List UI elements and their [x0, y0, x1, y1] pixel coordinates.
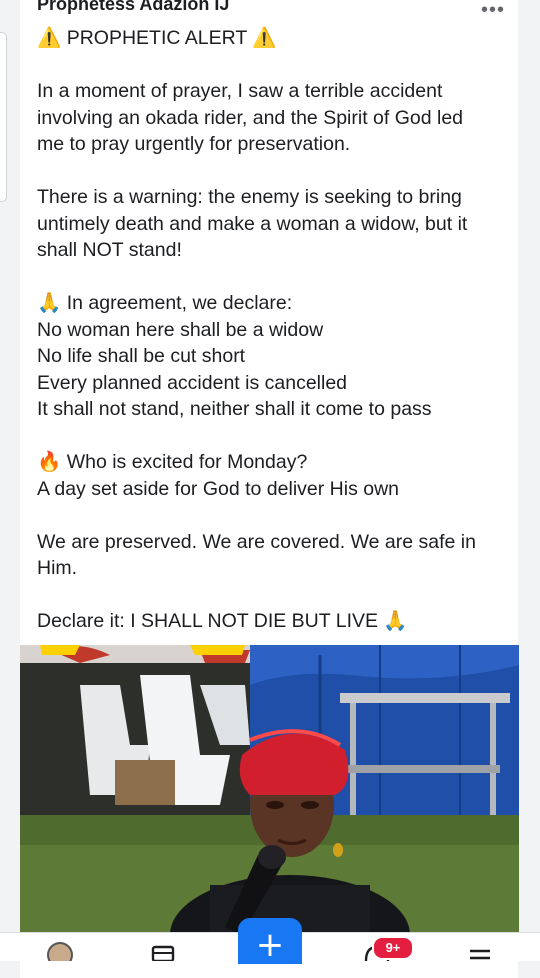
photo-woman-praying-icon — [20, 645, 519, 935]
post-text-line: In a moment of prayer, I saw a terrible … — [37, 78, 515, 105]
emoji-icon: 🔥 — [37, 450, 62, 473]
post-text-line-content: No woman here shall be a widow — [37, 318, 324, 341]
menu-icon[interactable] — [466, 933, 494, 961]
post-text-line-content: No life shall be cut short — [37, 345, 246, 367]
post-text-line — [37, 52, 515, 79]
post-text-line-content: It shall not stand, neither shall it com… — [37, 398, 432, 420]
post-text-line-content: PROPHETIC ALERT — [61, 27, 253, 49]
post-text-line: Every planned accident is cancelled — [37, 370, 515, 397]
notification-badge: 9+ — [372, 936, 414, 960]
post-text-line — [37, 502, 515, 529]
post-text-line — [37, 158, 515, 185]
post-text-line: A day set aside for God to deliver His o… — [37, 476, 515, 503]
post-text-line-content: me to pray urgently for preservation. — [37, 133, 351, 155]
emoji-icon: ⚠️ — [252, 26, 277, 49]
post-photo[interactable] — [20, 645, 519, 935]
post-text-line-content: shall NOT stand! — [37, 239, 182, 261]
post-text-line-content: Him. — [37, 557, 78, 579]
post-author-name[interactable]: Prophetess Adazion IJ — [37, 0, 229, 15]
post-text-line-content: Every planned accident is cancelled — [37, 371, 348, 394]
post-text-line: No woman here shall be a widow — [37, 317, 515, 344]
create-post-button[interactable]: + — [238, 918, 302, 965]
emoji-icon: 🙏 — [383, 609, 408, 632]
post-text-line: It shall not stand, neither shall it com… — [37, 396, 515, 423]
post-text-line: shall NOT stand! — [37, 237, 515, 264]
more-options-icon[interactable]: ••• — [480, 0, 506, 20]
post-text-line: No life shall be cut short — [37, 343, 515, 370]
left-edge-handle[interactable] — [0, 32, 7, 202]
post-text-line — [37, 582, 515, 609]
emoji-icon: ⚠️ — [37, 26, 62, 49]
post-text-line: We are preserved. We are covered. We are… — [37, 529, 515, 556]
post-text-line-content: We are preserved. We are covered. We are… — [37, 530, 476, 553]
profile-avatar-icon[interactable] — [45, 933, 75, 968]
post-text-line: There is a warning: the enemy is seeking… — [37, 184, 515, 211]
post-text-line-content: Who is excited for Monday? — [61, 451, 308, 473]
post-text-line-content: Declare it: I SHALL NOT DIE BUT LIVE — [37, 610, 384, 632]
post-text-line: ⚠️ PROPHETIC ALERT ⚠️ — [37, 25, 515, 52]
post-text-line — [37, 264, 515, 291]
marketplace-icon[interactable] — [149, 933, 177, 963]
post-text-line: Him. — [37, 555, 515, 582]
post-text: ⚠️ PROPHETIC ALERT ⚠️ In a moment of pray… — [37, 25, 515, 635]
post-text-line: involving an okada rider, and the Spirit… — [37, 105, 515, 132]
post-text-line: me to pray urgently for preservation. — [37, 131, 515, 158]
post-text-line-content: There is a warning: the enemy is seeking… — [37, 186, 462, 208]
post-text-line-content: In a moment of prayer, I saw a terrible … — [37, 80, 443, 102]
post-text-line: 🔥 Who is excited for Monday? — [37, 449, 515, 476]
post-text-line: 🙏 In agreement, we declare: — [37, 290, 515, 317]
post-text-line-content: In agreement, we declare: — [61, 292, 293, 314]
post-text-line: untimely death and make a woman a widow,… — [37, 211, 515, 238]
post-text-line — [37, 423, 515, 450]
post-text-line-content: untimely death and make a woman a widow,… — [37, 212, 468, 235]
post-text-line-content: A day set aside for God to deliver His o… — [37, 477, 400, 500]
post-text-line-content: involving an okada rider, and the Spirit… — [37, 106, 464, 129]
post-text-line: Declare it: I SHALL NOT DIE BUT LIVE 🙏 — [37, 608, 515, 635]
emoji-icon: 🙏 — [37, 291, 62, 314]
